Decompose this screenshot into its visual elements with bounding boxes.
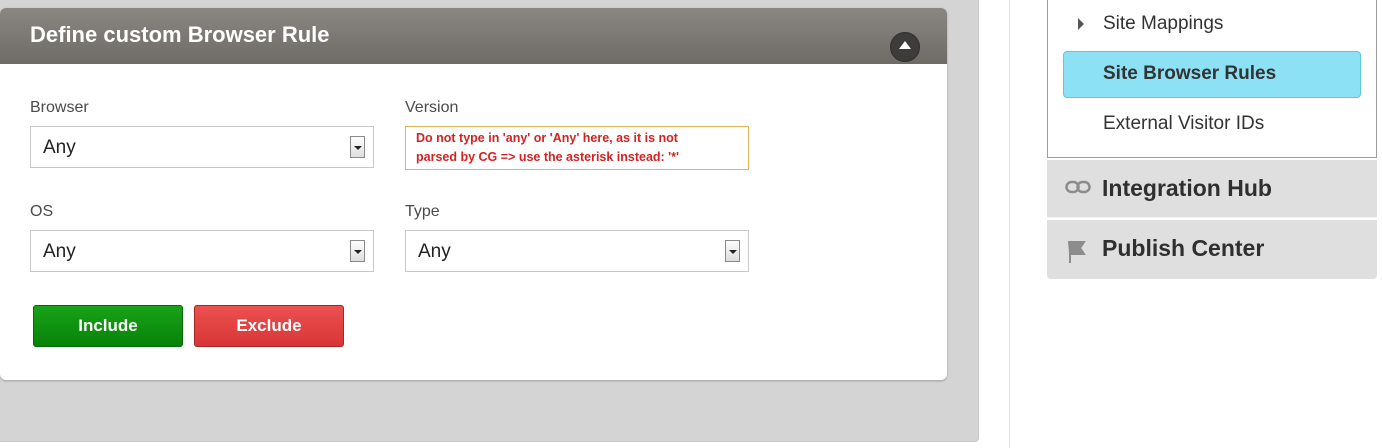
section-publish-center[interactable]: Publish Center — [1047, 220, 1377, 279]
os-value: Any — [43, 241, 76, 262]
version-label: Version — [405, 99, 459, 116]
type-label: Type — [405, 203, 440, 220]
exclude-button[interactable]: Exclude — [194, 305, 344, 347]
dropdown-arrow-icon[interactable] — [350, 136, 365, 158]
browser-value: Any — [43, 137, 76, 158]
sidebar-item-label: Site Browser Rules — [1103, 63, 1277, 84]
link-icon — [1065, 180, 1091, 194]
section-label: Integration Hub — [1102, 175, 1272, 201]
triangle-right-icon — [1078, 18, 1084, 30]
section-integration-hub[interactable]: Integration Hub — [1047, 160, 1377, 218]
os-label: OS — [30, 203, 54, 220]
dropdown-arrow-icon[interactable] — [725, 240, 740, 262]
version-note[interactable]: Do not type in 'any' or 'Any' here, as i… — [405, 126, 749, 170]
panel-header: Define custom Browser Rule — [0, 8, 947, 64]
include-button[interactable]: Include — [33, 305, 183, 347]
sidebar-item-site-mappings[interactable]: Site Mappings — [1103, 13, 1223, 35]
panel-title: Define custom Browser Rule — [30, 22, 330, 47]
type-select[interactable]: Any — [405, 230, 749, 272]
workspace: Define custom Browser Rule Browser Any V… — [0, 0, 979, 442]
chevron-up-icon[interactable] — [890, 32, 920, 62]
sidebar-divider — [1009, 0, 1010, 448]
os-select[interactable]: Any — [30, 230, 374, 272]
browser-label: Browser — [30, 99, 89, 116]
sidebar-item-site-browser-rules[interactable]: Site Browser Rules — [1063, 51, 1361, 98]
type-value: Any — [418, 241, 451, 262]
dropdown-arrow-icon[interactable] — [350, 240, 365, 262]
flag-icon — [1068, 241, 1086, 263]
sidebar-item-external-visitor-ids[interactable]: External Visitor IDs — [1103, 113, 1264, 135]
sidebar-nav: Site Mappings Site Browser Rules Externa… — [1047, 0, 1377, 158]
browser-select[interactable]: Any — [30, 126, 374, 168]
section-label: Publish Center — [1102, 235, 1265, 261]
browser-rule-panel: Define custom Browser Rule Browser Any V… — [0, 8, 947, 380]
